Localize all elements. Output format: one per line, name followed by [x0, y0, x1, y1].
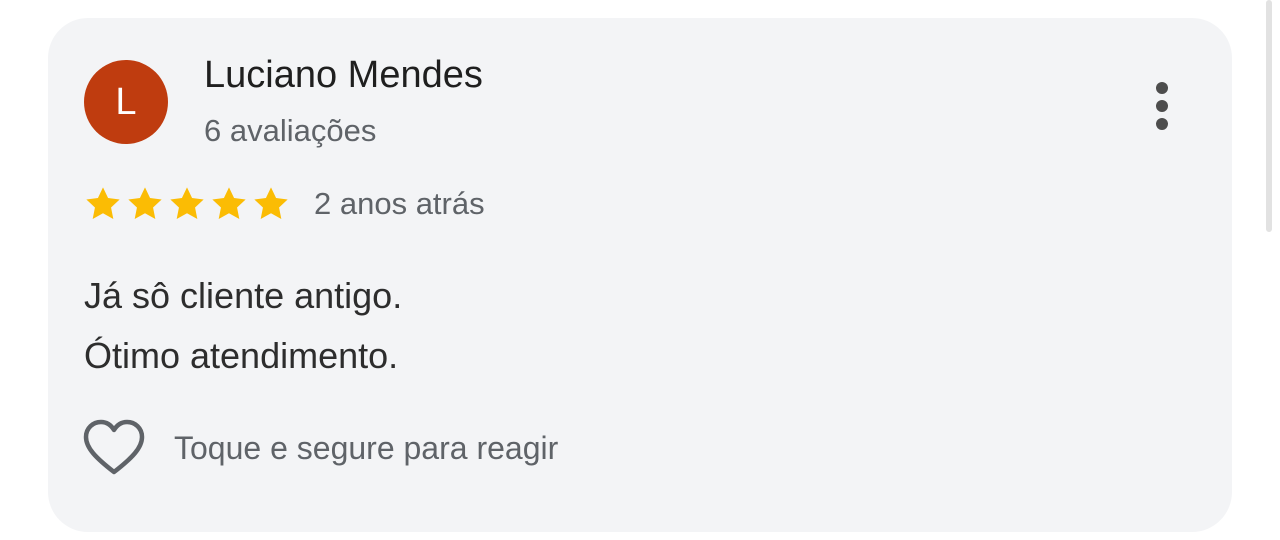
avatar[interactable]: L	[84, 60, 168, 144]
reviewer-name[interactable]: Luciano Mendes	[204, 54, 483, 97]
review-date: 2 anos atrás	[314, 186, 485, 221]
rating-row: 2 anos atrás	[82, 182, 485, 226]
more-vertical-icon	[1156, 82, 1168, 94]
more-vertical-icon-dot	[1156, 100, 1168, 112]
star-icon	[250, 183, 292, 225]
review-text: Já sô cliente antigo. Ótimo atendimento.	[84, 266, 402, 386]
reviewer-reviews-count[interactable]: 6 avaliações	[204, 113, 376, 149]
star-icon	[166, 183, 208, 225]
star-icon	[82, 183, 124, 225]
star-icon	[208, 183, 250, 225]
avatar-initial: L	[115, 80, 137, 123]
react-label: Toque e segure para reagir	[174, 429, 559, 466]
review-text-line: Já sô cliente antigo.	[84, 275, 403, 316]
star-rating	[82, 183, 292, 225]
more-vertical-icon-dot	[1156, 118, 1168, 130]
star-icon	[124, 183, 166, 225]
heart-outline-icon	[82, 418, 146, 478]
more-options-button[interactable]	[1140, 70, 1184, 142]
review-card: L Luciano Mendes 6 avaliações 2 anos atr…	[48, 18, 1232, 532]
react-button[interactable]: Toque e segure para reagir	[82, 418, 558, 478]
review-text-line: Ótimo atendimento.	[84, 335, 399, 376]
scrollbar[interactable]	[1266, 0, 1272, 232]
